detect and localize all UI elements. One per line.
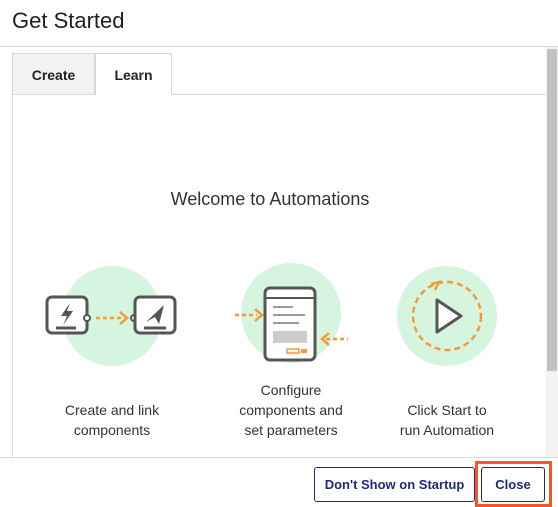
tab-learn[interactable]: Learn <box>95 53 172 95</box>
step-caption: Configure components and set parameters <box>239 382 343 438</box>
step-caption: Click Start to run Automation <box>399 402 495 438</box>
tab-create[interactable]: Create <box>12 53 95 95</box>
configure-parameters-icon <box>221 260 361 372</box>
step-caption: Create and link components <box>64 402 160 438</box>
welcome-heading: Welcome to Automations <box>170 189 370 209</box>
step-configure: Configure components and set parameters <box>221 260 361 440</box>
close-button[interactable]: Close <box>481 467 545 502</box>
link-components-icon <box>42 260 182 372</box>
scrollbar-thumb[interactable] <box>547 49 557 371</box>
footer-divider <box>0 457 558 458</box>
play-start-icon <box>381 260 521 372</box>
step-start: Click Start to run Automation <box>381 260 521 440</box>
dont-show-on-startup-button[interactable]: Don't Show on Startup <box>314 467 475 502</box>
dialog-title: Get Started <box>12 8 125 33</box>
tab-bar: Create Learn <box>12 53 546 95</box>
title-divider <box>0 46 558 47</box>
step-create-link: Create and link components <box>42 260 182 440</box>
